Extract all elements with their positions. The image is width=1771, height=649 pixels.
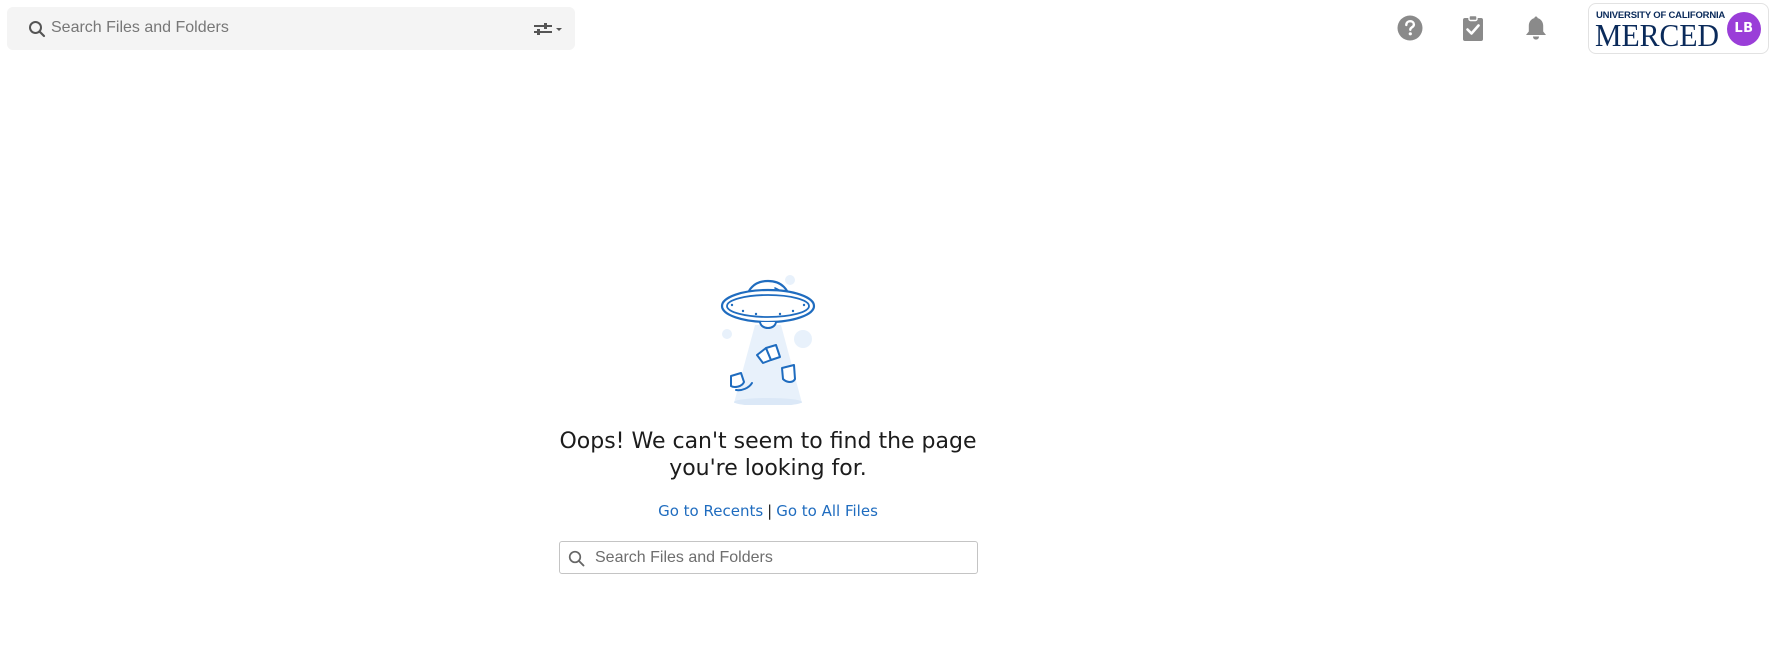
bell-icon[interactable] bbox=[1522, 14, 1550, 42]
go-to-recents-link[interactable]: Go to Recents bbox=[658, 502, 763, 520]
clipboard-check-icon[interactable] bbox=[1459, 14, 1487, 42]
message-line-2: you're looking for. bbox=[669, 456, 867, 481]
message-line-1: Oops! We can't seem to find the page bbox=[559, 429, 977, 454]
search-icon bbox=[29, 21, 46, 38]
uc-merced-logo: UNIVERSITY OF CALIFORNIA MERCED bbox=[1595, 10, 1725, 50]
link-separator: | bbox=[767, 502, 773, 520]
help-icon[interactable] bbox=[1396, 14, 1424, 42]
navigation-links: Go to Recents | Go to All Files bbox=[486, 502, 1050, 520]
filter-options-icon[interactable] bbox=[526, 19, 564, 39]
body-search-input[interactable] bbox=[595, 545, 965, 570]
user-avatar[interactable]: LB bbox=[1727, 12, 1761, 46]
header-bar: UNIVERSITY OF CALIFORNIA MERCED LB bbox=[0, 0, 1771, 60]
not-found-message: Oops! We can't seem to find the page you… bbox=[486, 428, 1050, 482]
top-search-input[interactable] bbox=[51, 13, 511, 43]
ufo-illustration bbox=[720, 275, 816, 405]
top-search-bar[interactable] bbox=[7, 7, 575, 50]
body-search-bar[interactable] bbox=[559, 541, 978, 574]
go-to-all-files-link[interactable]: Go to All Files bbox=[776, 502, 878, 520]
brand-account-box: UNIVERSITY OF CALIFORNIA MERCED LB bbox=[1588, 3, 1769, 54]
logo-line2: MERCED bbox=[1595, 17, 1719, 50]
search-icon bbox=[568, 550, 585, 567]
